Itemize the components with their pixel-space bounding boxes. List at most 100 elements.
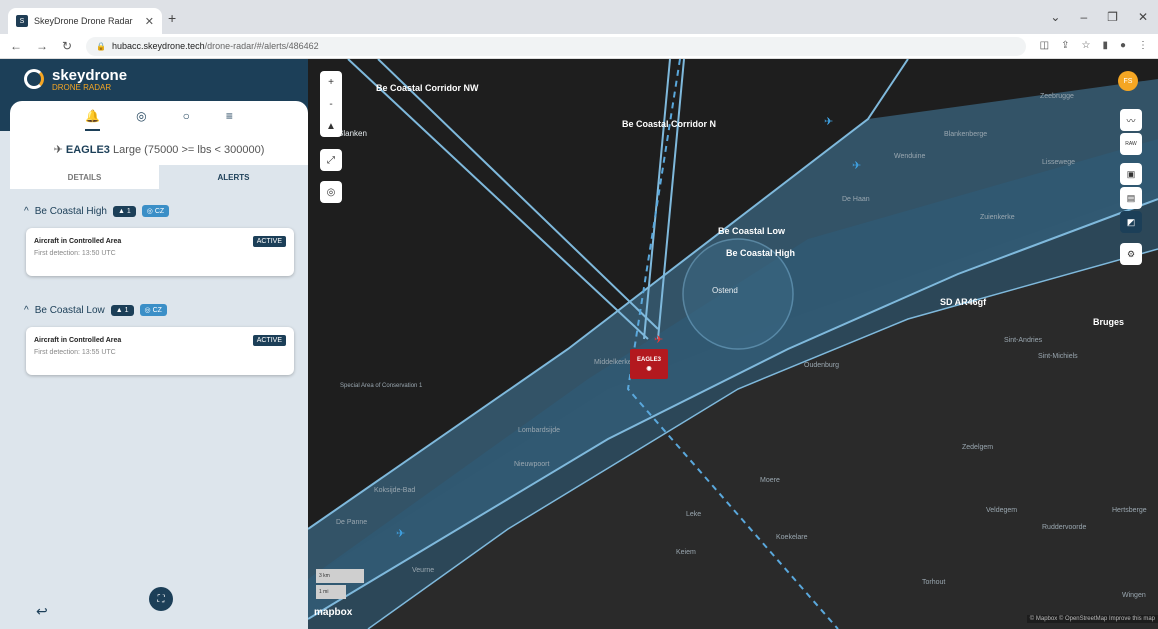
aircraft-info: ✈ EAGLE3 Large (75000 >= lbs < 300000) (10, 143, 308, 156)
label-wingene: Wingen (1122, 592, 1146, 599)
star-icon[interactable]: ☆ (1081, 40, 1090, 51)
alert-count-badge: ▲ 1 (112, 205, 136, 217)
label-blankenberge: Blankenberge (944, 131, 988, 138)
label-de-haan: De Haan (842, 196, 870, 203)
status-badge: ACTIVE (252, 236, 286, 247)
map[interactable]: Be Coastal Corridor NW Be Coastal Corrid… (308, 59, 1158, 629)
window-controls: ⌄ – ❐ ✕ (1050, 10, 1148, 24)
label-lombardsijde: Lombardsijde (518, 427, 561, 434)
return-icon[interactable]: ↩ (36, 603, 48, 620)
label-wenduine: Wenduine (894, 153, 926, 160)
label-de-panne: De Panne (336, 519, 368, 526)
restore-icon[interactable]: ❐ (1107, 10, 1118, 24)
label-torhout: Torhout (922, 579, 946, 586)
back-icon[interactable]: ← (10, 39, 22, 53)
aircraft-icon[interactable]: ✈ (824, 115, 833, 128)
alert-detection: First detection: 13:55 UTC (34, 349, 116, 356)
aircraft-card: 🔔 ◎ ○ ≡ ✈ EAGLE3 Large (75000 >= lbs < 3… (10, 101, 308, 165)
url-field[interactable]: 🔒 hubacc.skeydrone.tech/drone-radar/#/al… (86, 36, 1027, 56)
bulb-icon[interactable]: ○ (183, 109, 190, 131)
chevron-down-icon[interactable]: ⌄ (1050, 10, 1060, 24)
eagle3-aircraft-icon[interactable]: ✈ (654, 333, 663, 346)
browser-tab[interactable]: S SkeyDrone Drone Radar ✕ (8, 8, 162, 34)
profile-icon[interactable]: ● (1120, 40, 1126, 51)
alert-card[interactable]: Aircraft in Controlled Area First detect… (26, 327, 294, 375)
status-badge: ACTIVE (252, 335, 286, 346)
alert-title: Aircraft in Controlled Area (34, 238, 122, 245)
locate-button[interactable]: ◎ (320, 181, 342, 203)
label-bruges: Bruges (1093, 317, 1125, 327)
label-ostend: Ostend (712, 286, 738, 295)
compass-button[interactable]: ▲ (326, 115, 336, 137)
layer-icon[interactable]: ▣ (1120, 163, 1142, 185)
label-hertsberge: Hertsberge (1112, 507, 1147, 514)
label-lissewege: Lissewege (1042, 159, 1076, 166)
close-window-icon[interactable]: ✕ (1138, 10, 1148, 24)
label-sint-michiels: Sint-Michiels (1038, 353, 1078, 360)
raw-button[interactable]: RAW (1120, 133, 1142, 155)
zoom-in-button[interactable]: + (328, 71, 334, 93)
label-corridor-n: Be Coastal Corridor N (622, 119, 717, 129)
address-bar: ← → ↻ 🔒 hubacc.skeydrone.tech/drone-rada… (0, 34, 1158, 59)
translate-icon[interactable]: ◫ (1040, 40, 1049, 51)
aircraft-category: Large (75000 >= lbs < 300000) (112, 144, 265, 156)
aircraft-icon[interactable]: ✈ (852, 159, 861, 172)
forward-icon[interactable]: → (36, 39, 48, 53)
alert-card[interactable]: Aircraft in Controlled Area First detect… (26, 228, 294, 276)
avatar[interactable]: FS (1118, 71, 1138, 91)
label-veurne: Veurne (412, 567, 435, 574)
group-name: Be Coastal High (34, 205, 107, 217)
panel-toolbar: 🔔 ◎ ○ ≡ (10, 109, 308, 131)
tab-alerts[interactable]: ALERTS (159, 165, 308, 189)
side-panel: skeydrone DRONE RADAR 🔔 ◎ ○ ≡ ✈ EAGLE3 L… (0, 59, 308, 629)
bell-icon[interactable]: 🔔 (85, 109, 101, 131)
drone-icon: ◉ (646, 365, 652, 372)
map-attribution[interactable]: © Mapbox © OpenStreetMap Improve this ma… (1026, 615, 1158, 623)
scale-bar-km: 3 km (316, 569, 364, 583)
alert-group-header[interactable]: ^ Be Coastal Low ▲ 1 ◎ CZ (24, 304, 167, 316)
share-icon[interactable]: ⇪ (1061, 40, 1069, 51)
browser-tabbar: S SkeyDrone Drone Radar ✕ + ⌄ – ❐ ✕ (0, 0, 1158, 34)
tab-details[interactable]: DETAILS (10, 165, 159, 189)
zone-badge: ◎ CZ (139, 304, 167, 316)
fullscreen-button[interactable]: ⛶ (149, 587, 173, 611)
skeydrone-logo-icon (24, 69, 44, 89)
chevron-up-icon[interactable]: ^ (24, 206, 29, 217)
hide-zones-icon[interactable]: ◩ (1120, 211, 1142, 233)
browser-toolbar: ◫ ⇪ ☆ ▮ ● ⋮ (1040, 40, 1148, 51)
zoom-out-button[interactable]: - (329, 93, 332, 115)
reload-icon[interactable]: ↻ (62, 39, 72, 53)
menu-icon[interactable]: ⋮ (1138, 40, 1148, 51)
mapbox-logo[interactable]: mapbox (314, 607, 352, 618)
close-tab-icon[interactable]: ✕ (145, 15, 154, 28)
menu-list-icon[interactable]: ≡ (226, 109, 233, 131)
favicon-icon: S (16, 15, 28, 27)
alert-group-header[interactable]: ^ Be Coastal High ▲ 1 ◎ CZ (24, 205, 170, 217)
settings-gear-icon[interactable]: ⚙ (1120, 243, 1142, 265)
aircraft-icon[interactable]: ✈ (396, 527, 405, 540)
briefcase-icon[interactable]: ▤ (1120, 187, 1142, 209)
chevron-up-icon[interactable]: ^ (24, 305, 29, 316)
label-sint-andries: Sint-Andries (1004, 337, 1043, 344)
label-sd: SD AR46gf (940, 297, 987, 307)
fit-bounds-button[interactable]: ⤢ (320, 149, 342, 171)
panel-tabs: DETAILS ALERTS (10, 165, 308, 189)
label-nieuwpoort: Nieuwpoort (514, 461, 550, 468)
globe-icon[interactable]: ◎ (136, 109, 146, 131)
sidepanel-icon[interactable]: ▮ (1102, 40, 1108, 51)
airplane-icon: ✈ (53, 144, 66, 156)
new-tab-icon[interactable]: + (168, 10, 176, 26)
label-coastal-low: Be Coastal Low (718, 226, 786, 236)
aircraft-marker[interactable]: EAGLE3 ◉ (630, 349, 668, 379)
alert-detection: First detection: 13:50 UTC (34, 250, 116, 257)
label-oudenburg: Oudenburg (804, 362, 840, 369)
label-koekelare: Koekelare (776, 534, 808, 541)
label-keiem: Keiem (676, 549, 696, 556)
zoom-controls: + - ▲ (320, 71, 342, 137)
label-leke: Leke (686, 511, 702, 518)
label-koksijde: Koksijde-Bad (374, 487, 416, 494)
brand-name: skeydrone (52, 67, 128, 84)
trend-icon[interactable]: 〰 (1120, 109, 1142, 131)
group-name: Be Coastal Low (34, 304, 105, 316)
minimize-icon[interactable]: – (1080, 10, 1087, 24)
